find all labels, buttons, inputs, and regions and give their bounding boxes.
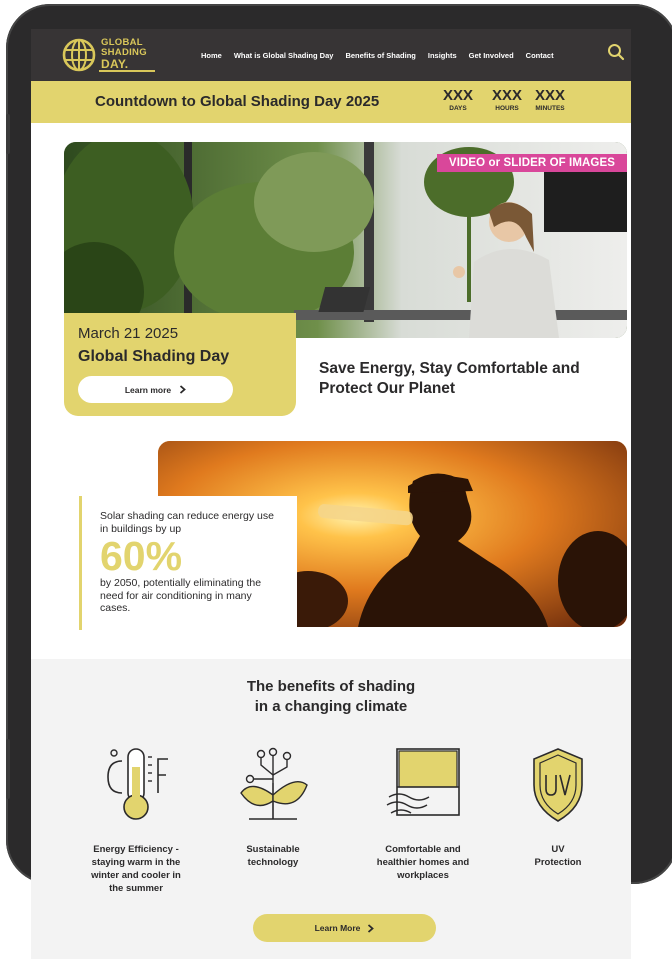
statistic-intro: Solar shading can reduce energy use in b…: [100, 510, 274, 535]
benefits-title-line: in a changing climate: [254, 698, 408, 715]
countdown-value: XXX: [443, 87, 474, 104]
tablet-side-button: [6, 114, 10, 154]
chevron-right-icon: [368, 923, 375, 933]
benefit-label: UV Protection: [534, 844, 582, 868]
countdown-title: Countdown to Global Shading Day 2025: [95, 93, 380, 110]
countdown-label: DAYS: [449, 105, 467, 112]
benefit-label: Comfortable and healthier homes and work…: [376, 844, 470, 881]
nav-what-is[interactable]: What is Global Shading Day: [234, 51, 334, 60]
hero-learn-more-button[interactable]: Learn more: [78, 376, 233, 403]
benefits-section: The benefits of shading in a changing cl…: [31, 659, 631, 959]
countdown-days: XXX DAYS: [443, 87, 473, 112]
countdown-minutes: XXX MINUTES: [535, 87, 565, 112]
nav-home[interactable]: Home: [201, 51, 222, 60]
nav-benefits[interactable]: Benefits of Shading: [345, 51, 415, 60]
uv-shield-icon: [533, 748, 583, 822]
countdown-value: XXX: [492, 87, 523, 104]
benefit-label: Energy Efficiency - staying warm in the …: [91, 844, 181, 894]
button-label: Learn more: [124, 384, 172, 395]
statistic-value: 60%: [100, 533, 183, 579]
logo-line: DAY.: [101, 57, 129, 71]
countdown-label: MINUTES: [535, 105, 565, 112]
benefit-comfortable: Comfortable and healthier homes and work…: [353, 745, 493, 882]
globe-logo-icon: [62, 38, 96, 72]
benefit-sustainable: Sustainable technology: [203, 745, 343, 869]
countdown-value: XXX: [535, 87, 566, 104]
statistic-card: Solar shading can reduce energy use in b…: [79, 496, 297, 630]
media-placeholder-tag: VIDEO or SLIDER OF IMAGES: [436, 154, 627, 172]
benefit-label: Sustainable technology: [246, 844, 300, 868]
logo-underline: [99, 70, 155, 72]
tablet-side-button: [6, 739, 10, 799]
benefit-uv-protection: UV Protection: [488, 745, 628, 869]
nav-insights[interactable]: Insights: [428, 51, 457, 60]
main-nav: Home What is Global Shading Day Benefits…: [201, 29, 554, 81]
logo-wordmark: GLOBAL SHADING DAY.: [101, 38, 147, 71]
countdown-bar: Countdown to Global Shading Day 2025 XXX…: [31, 81, 631, 123]
hero-title: Global Shading Day: [78, 348, 230, 365]
hero-card: March 21 2025 Global Shading Day Learn m…: [64, 313, 296, 416]
button-label: Learn More: [314, 923, 361, 933]
benefits-title-line: The benefits of shading: [246, 678, 416, 695]
countdown-label: HOURS: [495, 105, 519, 112]
nav-get-involved[interactable]: Get Involved: [469, 51, 514, 60]
benefit-energy-efficiency: Energy Efficiency - staying warm in the …: [66, 745, 206, 895]
site-logo[interactable]: GLOBAL SHADING DAY.: [61, 35, 161, 75]
countdown-hours: XXX HOURS: [492, 87, 522, 112]
window-blind-icon: [386, 748, 460, 816]
thermometer-icon: [107, 748, 168, 820]
website-screen: GLOBAL SHADING DAY. Home What is Global …: [31, 29, 631, 959]
site-header: GLOBAL SHADING DAY. Home What is Global …: [31, 29, 631, 81]
nav-contact[interactable]: Contact: [526, 51, 554, 60]
statistic-outro: by 2050, potentially eliminating the nee…: [100, 577, 262, 614]
hero-media[interactable]: VIDEO or SLIDER OF IMAGES: [64, 142, 627, 338]
chevron-right-icon: [180, 385, 187, 394]
benefits-title: The benefits of shading in a changing cl…: [31, 677, 631, 717]
plant-circuit-icon: [240, 747, 308, 820]
hero-date: March 21 2025: [78, 325, 179, 342]
benefits-learn-more-button[interactable]: Learn More: [253, 914, 436, 942]
search-icon[interactable]: [607, 43, 625, 61]
hero-tagline: Save Energy, Stay Comfortable and Protec…: [319, 360, 580, 397]
